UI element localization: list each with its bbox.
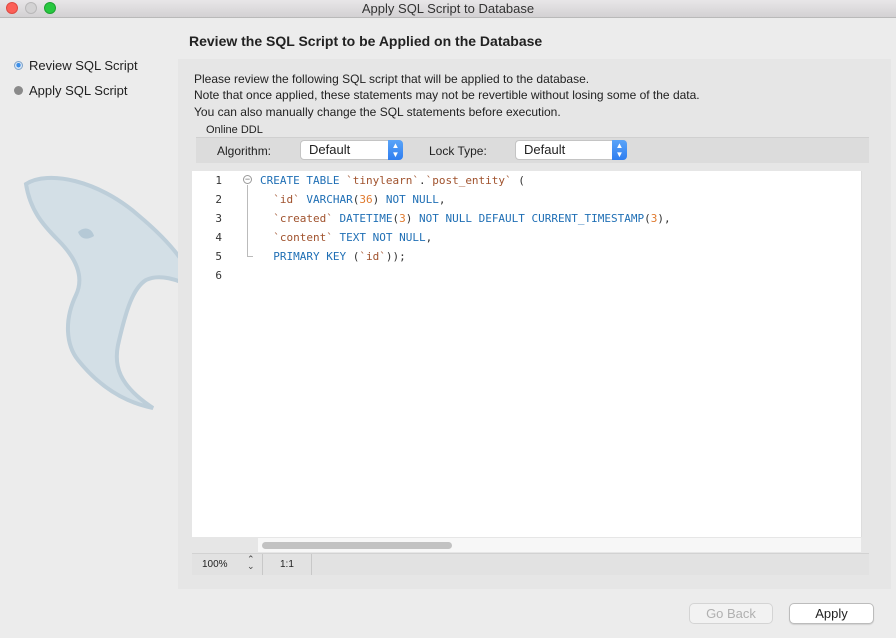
- description-line: Note that once applied, these statements…: [194, 88, 700, 103]
- lock-type-value: Default: [524, 142, 566, 157]
- window-titlebar: Apply SQL Script to Database: [0, 0, 896, 18]
- divider: [262, 554, 263, 575]
- code-token: NOT NULL: [379, 193, 439, 206]
- fold-guide: [247, 185, 248, 257]
- fold-collapse-icon[interactable]: −: [243, 175, 252, 184]
- minimize-window-button[interactable]: [25, 2, 37, 14]
- code-line: `content` TEXT NOT NULL,: [260, 231, 432, 244]
- code-token: `created`: [260, 212, 333, 225]
- close-window-button[interactable]: [6, 2, 18, 14]
- line-number: 6: [215, 269, 222, 282]
- code-token: CREATE TABLE: [260, 174, 347, 187]
- zoom-stepper-icon[interactable]: ⌃ ⌄: [247, 555, 255, 571]
- code-token: PRIMARY KEY: [260, 250, 353, 263]
- line-number: 2: [215, 193, 222, 206]
- chevron-up-down-icon: ▲ ▼: [612, 140, 627, 160]
- algorithm-value: Default: [309, 142, 351, 157]
- description-line: Please review the following SQL script t…: [194, 72, 590, 86]
- code-token: `id`: [359, 250, 386, 263]
- algorithm-select[interactable]: Default ▲ ▼: [300, 140, 403, 160]
- code-token: VARCHAR: [299, 193, 353, 206]
- zoom-level[interactable]: 100%: [202, 559, 228, 570]
- inactive-step-icon: [14, 86, 23, 95]
- step-apply-sql-script: Apply SQL Script: [14, 83, 128, 98]
- algorithm-label: Algorithm:: [217, 144, 272, 158]
- cursor-position: 1:1: [280, 559, 294, 570]
- code-token: ));: [385, 250, 406, 263]
- editor-statusbar: 100% ⌃ ⌄ 1:1: [192, 553, 869, 575]
- code-line: `created` DATETIME(3) NOT NULL DEFAULT C…: [260, 212, 671, 225]
- go-back-button[interactable]: Go Back: [689, 603, 773, 624]
- code-token: DATETIME: [332, 212, 393, 225]
- code-token: ,: [425, 231, 433, 244]
- step-review-sql-script: Review SQL Script: [14, 58, 138, 73]
- code-token: `tinylearn`: [346, 174, 419, 187]
- line-number: 3: [215, 212, 222, 225]
- code-line: PRIMARY KEY (`id`));: [260, 250, 406, 263]
- code-line: CREATE TABLE `tinylearn`.`post_entity` (: [260, 174, 525, 187]
- code-token: 3: [399, 212, 406, 225]
- window-title: Apply SQL Script to Database: [361, 1, 535, 16]
- apply-button[interactable]: Apply: [789, 603, 874, 624]
- maximize-window-button[interactable]: [44, 2, 56, 14]
- description-line: You can also manually change the SQL sta…: [194, 104, 561, 119]
- code-token: `content`: [260, 231, 333, 244]
- active-step-icon: [14, 61, 23, 70]
- lock-type-select[interactable]: Default ▲ ▼: [515, 140, 627, 160]
- scrollbar-thumb[interactable]: [262, 542, 452, 549]
- description: Please review the following SQL script t…: [194, 71, 700, 120]
- code-token: 36: [359, 193, 373, 206]
- code-token: ,: [438, 193, 446, 206]
- step-label: Review SQL Script: [29, 58, 138, 73]
- online-ddl-label: Online DDL: [206, 124, 263, 136]
- code-token: `id`: [260, 193, 300, 206]
- step-label: Apply SQL Script: [29, 83, 128, 98]
- code-line: `id` VARCHAR(36) NOT NULL,: [260, 193, 445, 206]
- page-title: Review the SQL Script to be Applied on t…: [189, 33, 543, 49]
- divider: [311, 554, 312, 575]
- line-number: 5: [215, 250, 222, 263]
- line-number: 4: [215, 231, 222, 244]
- code-token: `post_entity`: [425, 174, 512, 187]
- horizontal-scrollbar[interactable]: [258, 538, 861, 552]
- fold-guide-end: [247, 256, 253, 257]
- lock-type-label: Lock Type:: [429, 144, 487, 158]
- code-token: .: [418, 174, 426, 187]
- code-token: TEXT NOT NULL: [332, 231, 426, 244]
- line-number: 1: [215, 174, 222, 187]
- code-token: ),: [657, 212, 671, 225]
- chevron-up-down-icon: ▲ ▼: [388, 140, 403, 160]
- code-token: (: [644, 212, 651, 225]
- code-token: NOT NULL DEFAULT CURRENT_TIMESTAMP: [412, 212, 645, 225]
- sql-editor[interactable]: − 1 2 3 4 5 6 CREATE TABLE `tinylearn`.`post_e…: [192, 171, 862, 537]
- code-token: (: [511, 174, 525, 187]
